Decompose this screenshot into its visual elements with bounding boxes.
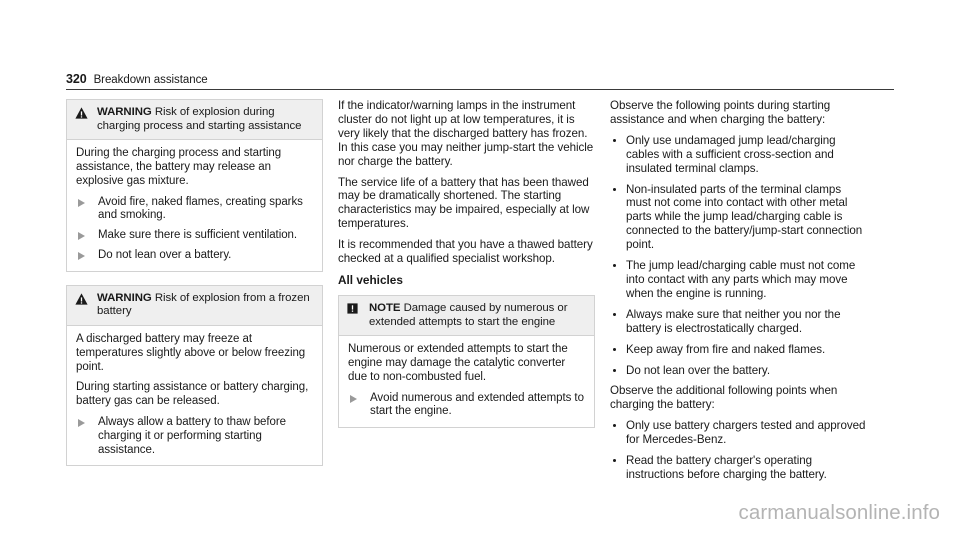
left-column: WARNING Risk of explosion during chargin… [66,99,323,489]
action-item-label: Avoid numerous and extended attempts to … [370,391,584,418]
subheading-all-vehicles: All vehicles [338,272,403,287]
list-item: Do not lean over the battery. [610,364,867,378]
bullet-dot-icon [613,368,616,372]
paragraph: During starting assistance or battery ch… [76,381,309,408]
list-item: The jump lead/charging cable must not co… [610,259,867,301]
list-item-label: Do not lean over the battery. [626,363,770,377]
warning-keyword: WARNING [97,106,152,118]
action-triangle-icon [78,232,85,241]
note-box-title: NOTE Damage caused by numerous or extend… [369,302,586,329]
page-columns: WARNING Risk of explosion during chargin… [66,99,894,489]
warning-box-header: WARNING Risk of explosion during chargin… [67,100,322,141]
list-item: Read the battery charger's operating ins… [610,454,867,482]
bullet-dot-icon [613,424,616,428]
warning-box-title: WARNING Risk of explosion during chargin… [97,106,314,133]
action-item: Avoid fire, naked flames, creating spark… [76,196,313,224]
action-list: Avoid numerous and extended attempts to … [348,392,585,420]
list-item-label: The jump lead/charging cable must not co… [626,259,856,300]
note-keyword: NOTE [369,301,401,314]
action-triangle-icon [78,198,85,207]
bullet-dot-icon [613,347,616,351]
action-item: Make sure there is sufficient ventilatio… [76,229,313,243]
bullet-dot-icon [613,264,616,268]
header-rule [66,89,894,90]
action-item-label: Do not lean over a battery. [98,248,232,261]
warning-box-header: WARNING Risk of explosion from a frozen … [67,285,322,326]
list-item: Non-insulated parts of the terminal clam… [610,183,867,253]
watermark: carmanualsonline.info [738,501,940,524]
note-box-header: NOTE Damage caused by numerous or extend… [339,295,594,337]
warning-box-title: WARNING Risk of explosion from a frozen … [97,292,314,319]
list-item-label: Always make sure that neither you nor th… [626,307,841,335]
paragraph: If the indicator/warning lamps in the in… [338,99,594,168]
note-box-body: Numerous or extended attempts to start t… [339,336,594,427]
action-item: Do not lean over a battery. [76,249,313,263]
list-item: Only use undamaged jump lead/charging ca… [610,134,867,176]
list-item-label: Read the battery charger's operating ins… [626,454,827,481]
warning-triangle-icon [75,292,97,305]
warning-box-body: A discharged battery may freeze at tempe… [67,326,322,465]
bullet-list-starting-assistance: Only use undamaged jump lead/charging ca… [610,134,867,378]
action-item: Avoid numerous and extended attempts to … [348,392,585,420]
page-number: 320 [66,72,87,86]
action-list: Always allow a battery to thaw before ch… [76,416,313,457]
page-header-line: 320 Breakdown assistance [66,72,894,89]
bullet-dot-icon [613,187,616,191]
list-item-label: Only use undamaged jump lead/charging ca… [626,133,836,175]
bullet-list-charging: Only use battery chargers tested and app… [610,419,867,482]
paragraph: Observe the following points during star… [610,99,831,126]
warning-box-body: During the charging process and starting… [67,140,322,271]
warning-box-explosion-charging: WARNING Risk of explosion during chargin… [66,99,323,272]
list-item: Keep away from fire and naked flames. [610,343,867,357]
warning-keyword: WARNING [97,291,152,304]
right-column: Observe the following points during star… [610,99,867,489]
list-item: Only use battery chargers tested and app… [610,419,867,447]
paragraph: A discharged battery may freeze at tempe… [76,332,306,373]
paragraph: During the charging process and starting… [76,147,282,187]
list-item-label: Only use battery chargers tested and app… [626,419,866,447]
action-item: Always allow a battery to thaw before ch… [76,416,313,457]
paragraph: The service life of a battery that has b… [338,175,590,231]
warning-triangle-icon [75,106,97,119]
action-triangle-icon [78,418,85,427]
action-item-label: Always allow a battery to thaw before ch… [98,415,286,456]
bullet-dot-icon [613,312,616,316]
bullet-dot-icon [613,459,616,463]
action-triangle-icon [350,394,357,403]
note-box-start-attempts: NOTE Damage caused by numerous or extend… [338,294,595,429]
chapter-title: Breakdown assistance [93,74,208,86]
paragraph: It is recommended that you have a thawed… [338,238,593,266]
paragraph: Numerous or extended attempts to start t… [348,343,568,383]
warning-box-frozen-battery: WARNING Risk of explosion from a frozen … [66,284,323,467]
paragraph: Observe the additional following points … [610,384,838,412]
list-item-label: Non-insulated parts of the terminal clam… [626,182,863,252]
action-item-label: Make sure there is sufficient ventilatio… [98,229,298,242]
list-item: Always make sure that neither you nor th… [610,308,867,336]
action-list: Avoid fire, naked flames, creating spark… [76,196,313,263]
action-triangle-icon [78,251,85,260]
middle-column: If the indicator/warning lamps in the in… [338,99,595,489]
action-item-label: Avoid fire, naked flames, creating spark… [98,195,303,222]
note-exclamation-icon [347,302,369,314]
list-item-label: Keep away from fire and naked flames. [626,342,826,356]
page-header: 320 Breakdown assistance [66,72,894,90]
bullet-dot-icon [613,138,616,142]
